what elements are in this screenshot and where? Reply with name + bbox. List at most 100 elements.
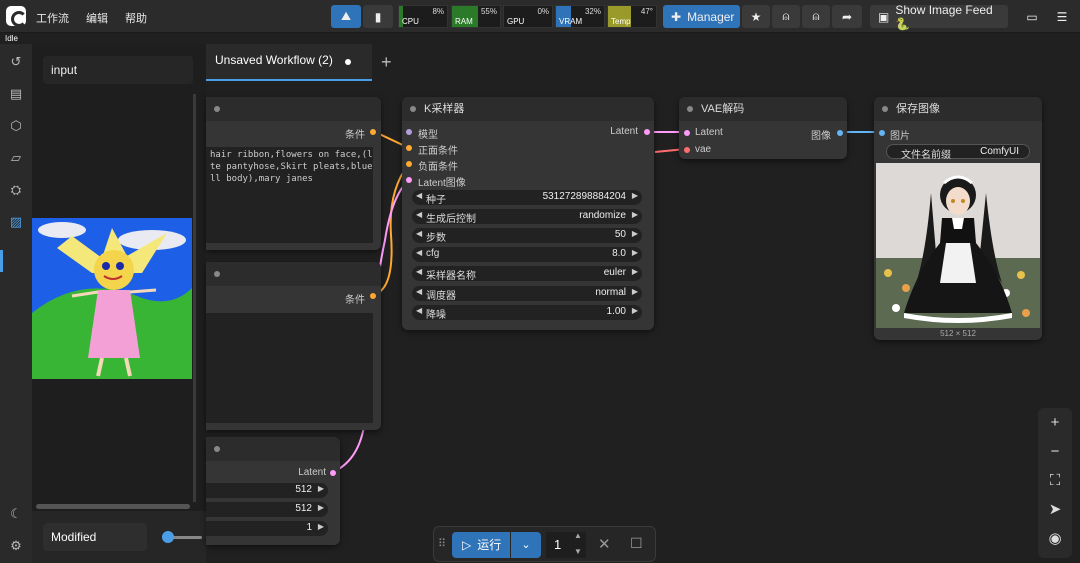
settings-gear-icon[interactable]: ⚙ (8, 538, 24, 554)
menu-help[interactable]: 帮助 (125, 10, 147, 26)
decrement-arrow-icon[interactable]: ◀ (416, 306, 422, 315)
moon-icon[interactable]: ☾ (8, 506, 24, 522)
node-title-bar[interactable] (206, 262, 381, 286)
output-image-preview[interactable] (876, 163, 1040, 328)
menu-edit[interactable]: 编辑 (86, 10, 108, 26)
input-model-dot[interactable] (406, 129, 412, 135)
model-manager-icon[interactable]: ⍝ (802, 5, 830, 28)
input-samples-dot[interactable] (684, 130, 690, 136)
input-negative-dot[interactable] (406, 161, 412, 167)
node-title-bar[interactable]: VAE解码 (679, 97, 847, 121)
zoom-out-icon[interactable]: − (1047, 444, 1063, 460)
cpu-percent: 8% (432, 7, 444, 16)
cube-icon[interactable]: ⬡ (8, 118, 24, 134)
output-latent-dot[interactable] (644, 129, 650, 135)
navigate-icon[interactable]: ➤ (1047, 502, 1063, 518)
height-widget[interactable]: 512 ▶ (206, 502, 328, 517)
output-conditioning-dot[interactable] (370, 129, 376, 135)
input-images-dot[interactable] (879, 130, 885, 136)
image-gallery-icon[interactable]: ▨ (8, 214, 24, 230)
unsaved-dot-icon[interactable] (345, 59, 351, 65)
model-icon[interactable]: ⍝ (772, 5, 800, 28)
panel-scrollbar-horizontal[interactable] (36, 504, 190, 509)
input-latent-dot[interactable] (406, 177, 412, 183)
input-image-thumbnail[interactable] (32, 218, 192, 379)
node-save-image[interactable]: 保存图像 图片 文件名前缀 ComfyUI 512 × 512 (874, 97, 1042, 340)
menu-workflow[interactable]: 工作流 (36, 10, 69, 26)
node-vae-decode[interactable]: VAE解码 Latent vae 图像 (679, 97, 847, 159)
bookmark-icon[interactable]: ▮ (363, 5, 393, 28)
node-title-bar[interactable]: K采样器 (402, 97, 654, 121)
share-icon[interactable]: ➦ (832, 5, 862, 28)
increment-arrow-icon[interactable]: ▶ (318, 503, 324, 512)
node-clip-text-negative[interactable]: 条件 (206, 262, 381, 430)
node-empty-latent[interactable]: Latent 512 ▶ 512 ▶ 1 ▶ (206, 437, 340, 545)
node-title-bar[interactable] (206, 97, 381, 121)
star-icon[interactable]: ★ (742, 5, 770, 28)
cfg-widget[interactable]: ◀ cfg 8.0 ▶ (412, 247, 642, 262)
crystools-icon[interactable]: ⛰ (331, 5, 361, 28)
history-icon[interactable]: ↺ (8, 54, 24, 70)
decrement-arrow-icon[interactable]: ◀ (416, 229, 422, 238)
width-widget[interactable]: 512 ▶ (206, 483, 328, 498)
prompt-textarea[interactable]: hair ribbon,flowers on face,(long te pan… (206, 147, 373, 243)
increment-arrow-icon[interactable]: ▶ (632, 267, 638, 276)
increment-arrow-icon[interactable]: ▶ (632, 210, 638, 219)
zoom-in-icon[interactable]: + (1047, 415, 1063, 431)
fit-view-icon[interactable]: ⛶ (1047, 473, 1063, 489)
increment-arrow-icon[interactable]: ▶ (632, 306, 638, 315)
increment-arrow-icon[interactable]: ▶ (632, 248, 638, 257)
run-mode-dropdown[interactable]: ⌄ (511, 532, 541, 558)
sort-select[interactable]: Modified (43, 523, 147, 551)
comfy-logo-icon[interactable] (6, 6, 27, 27)
node-tree-icon[interactable]: ⛭ (8, 182, 24, 198)
play-icon: ▷ (462, 538, 472, 552)
new-tab-plus-icon[interactable]: + (381, 52, 392, 73)
cancel-icon[interactable]: ✕ (598, 535, 611, 553)
panel-search-input[interactable]: input (43, 56, 193, 84)
scheduler-widget[interactable]: ◀ 调度器 normal ▶ (412, 286, 642, 302)
decrement-arrow-icon[interactable]: ◀ (416, 267, 422, 276)
output-conditioning-dot[interactable] (370, 293, 376, 299)
output-latent-dot[interactable] (330, 470, 336, 476)
control-after-generate-widget[interactable]: ◀ 生成后控制 randomize ▶ (412, 209, 642, 225)
decrement-arrow-icon[interactable]: ◀ (416, 210, 422, 219)
node-title-bar[interactable] (206, 437, 340, 461)
tab-unsaved-workflow[interactable]: Unsaved Workflow (2) (206, 44, 372, 81)
negative-prompt-textarea[interactable] (206, 313, 373, 423)
folder-icon[interactable]: ▱ (8, 150, 24, 166)
panel-scrollbar-vertical[interactable] (193, 94, 196, 502)
decrement-arrow-icon[interactable]: ◀ (416, 287, 422, 296)
chevron-up-icon[interactable]: ▲ (574, 531, 582, 540)
document-icon[interactable]: ▤ (8, 86, 24, 102)
hamburger-menu-icon[interactable]: ☰ (1050, 5, 1074, 28)
node-title-bar[interactable]: 保存图像 (874, 97, 1042, 121)
increment-arrow-icon[interactable]: ▶ (318, 522, 324, 531)
decrement-arrow-icon[interactable]: ◀ (416, 191, 422, 200)
slider-handle[interactable] (162, 531, 174, 543)
seed-widget[interactable]: ◀ 种子 531272898884204 ▶ (412, 190, 642, 206)
drag-handle-icon[interactable]: ⠿ (438, 537, 446, 550)
input-positive-dot[interactable] (406, 145, 412, 151)
output-image-dot[interactable] (837, 130, 843, 136)
node-clip-text-positive[interactable]: 条件 hair ribbon,flowers on face,(long te … (206, 97, 381, 250)
chevron-down-small-icon[interactable]: ▼ (574, 547, 582, 556)
steps-widget[interactable]: ◀ 步数 50 ▶ (412, 228, 642, 244)
show-image-feed-button[interactable]: ▣ Show Image Feed 🐍 (870, 3, 1008, 31)
run-button[interactable]: ▷ 运行 (452, 532, 510, 558)
denoise-widget[interactable]: ◀ 降噪 1.00 ▶ (412, 305, 642, 321)
eye-icon[interactable]: ◉ (1047, 531, 1063, 547)
decrement-arrow-icon[interactable]: ◀ (416, 248, 422, 257)
increment-arrow-icon[interactable]: ▶ (632, 191, 638, 200)
sampler-name-widget[interactable]: ◀ 采样器名称 euler ▶ (412, 266, 642, 282)
increment-arrow-icon[interactable]: ▶ (632, 287, 638, 296)
stop-square-icon[interactable]: ☐ (630, 535, 643, 552)
increment-arrow-icon[interactable]: ▶ (318, 484, 324, 493)
filename-prefix-widget[interactable]: 文件名前缀 ComfyUI (886, 144, 1030, 161)
node-ksampler[interactable]: K采样器 模型 正面条件 负面条件 Latent图像 Latent ◀ 种子 531… (402, 97, 654, 330)
bottom-panel-toggle-icon[interactable]: ▭ (1020, 5, 1044, 28)
input-vae-dot[interactable] (684, 147, 690, 153)
increment-arrow-icon[interactable]: ▶ (632, 229, 638, 238)
batch-widget[interactable]: 1 ▶ (206, 521, 328, 536)
manager-button[interactable]: ✚ Manager (663, 5, 740, 28)
